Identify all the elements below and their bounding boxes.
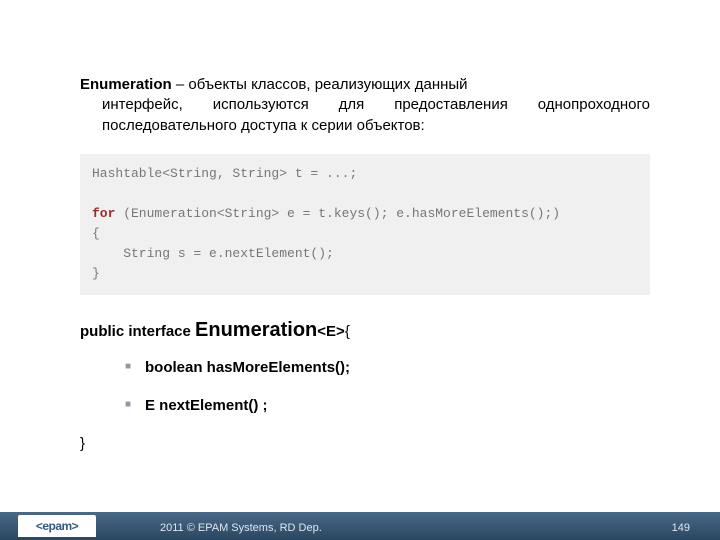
interface-generic: <E> xyxy=(317,323,345,340)
description-lead: Enumeration xyxy=(80,76,172,93)
code-line-2: (Enumeration<String> e = t.keys(); e.has… xyxy=(115,206,560,221)
interface-close-brace: } xyxy=(80,434,650,454)
description-paragraph: Enumeration – объекты классов, реализующ… xyxy=(80,75,650,136)
list-item: boolean hasMoreElements(); xyxy=(125,358,650,378)
code-line-3: { xyxy=(92,226,100,241)
interface-open-brace: { xyxy=(345,323,350,340)
description-sep: – xyxy=(172,76,189,93)
interface-prefix: public interface xyxy=(80,323,195,340)
interface-methods: boolean hasMoreElements(); E nextElement… xyxy=(80,358,650,417)
code-line-1: Hashtable<String, String> t = ...; xyxy=(92,166,357,181)
slide: Enumeration – объекты классов, реализующ… xyxy=(0,0,720,540)
list-item: E nextElement() ; xyxy=(125,396,650,416)
page-number: 149 xyxy=(672,522,690,534)
copyright-text: 2011 © EPAM Systems, RD Dep. xyxy=(160,522,322,534)
epam-logo: <epam> xyxy=(18,515,96,537)
interface-name: Enumeration xyxy=(195,319,317,341)
footer: <epam> 2011 © EPAM Systems, RD Dep. 149 xyxy=(0,508,720,540)
code-line-4: String s = e.nextElement(); xyxy=(92,246,334,261)
code-line-5: } xyxy=(92,266,100,281)
slide-content: Enumeration – объекты классов, реализующ… xyxy=(0,0,720,508)
interface-signature: public interface Enumeration<E>{ xyxy=(80,317,650,344)
footer-bar xyxy=(0,512,720,540)
code-keyword-for: for xyxy=(92,206,115,221)
code-block: Hashtable<String, String> t = ...; for (… xyxy=(80,154,650,295)
description-text-1: объекты классов, реализующих данный xyxy=(188,76,467,93)
description-text-2: интерфейс, используются для предоставлен… xyxy=(80,95,650,136)
